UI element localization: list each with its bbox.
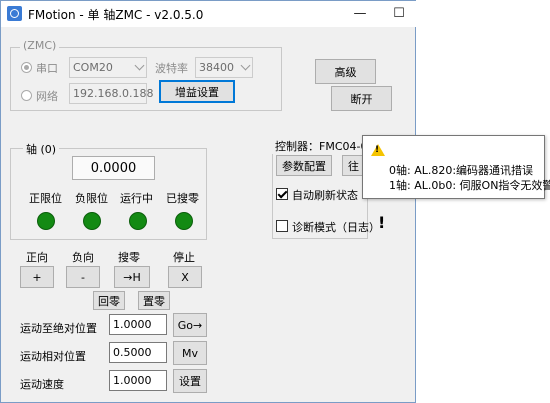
set-zero-button[interactable]: 置零 bbox=[138, 291, 170, 310]
auto-refresh-label: 自动刷新状态 bbox=[292, 189, 358, 202]
stop-button[interactable]: X bbox=[168, 266, 202, 288]
running-label: 运行中 bbox=[120, 192, 153, 205]
gain-settings-button[interactable]: 增益设置 bbox=[159, 80, 235, 103]
auto-refresh-checkbox[interactable] bbox=[276, 188, 288, 200]
baud-select[interactable]: 38400 bbox=[195, 57, 253, 78]
pos-limit-indicator bbox=[37, 212, 55, 230]
reverse-label: 负向 bbox=[72, 251, 94, 264]
params-config-button[interactable]: 参数配置 bbox=[276, 155, 332, 176]
position-display: 0.0000 bbox=[72, 156, 155, 180]
main-window: FMotion - 单 轴ZMC - v2.0.5.0 — ☐ (ZMC) 串口… bbox=[0, 0, 417, 403]
jog-forward-button[interactable]: + bbox=[20, 266, 54, 288]
network-label: 网络 bbox=[36, 90, 58, 103]
tooltip-line-2: 1轴: AL.0b0: 伺服ON指令无效警报 bbox=[389, 179, 550, 192]
speed-label: 运动速度 bbox=[20, 378, 64, 391]
serial-radio[interactable] bbox=[21, 62, 32, 73]
window-title: FMotion - 单 轴ZMC - v2.0.5.0 bbox=[28, 8, 204, 22]
tooltip-line-1: 0轴: AL.820:编码器通讯措误 bbox=[389, 164, 534, 177]
baud-label: 波特率 bbox=[155, 62, 188, 75]
com-port-value: COM20 bbox=[73, 61, 113, 74]
app-icon bbox=[7, 6, 22, 21]
stop-label: 停止 bbox=[173, 251, 195, 264]
diagnostic-label: 诊断模式（日志） bbox=[292, 221, 380, 234]
network-radio[interactable] bbox=[21, 90, 32, 101]
abs-move-button[interactable]: Go→ bbox=[173, 313, 207, 337]
serial-label: 串口 bbox=[36, 62, 58, 75]
neg-limit-indicator bbox=[83, 212, 101, 230]
com-port-select[interactable]: COM20 bbox=[69, 57, 147, 78]
warning-icon-mark: ! bbox=[375, 145, 380, 155]
ip-address-field[interactable]: 192.168.0.188 bbox=[69, 83, 153, 104]
chevron-down-icon bbox=[240, 60, 251, 71]
rel-move-button[interactable]: Mv bbox=[173, 341, 207, 365]
neg-limit-label: 负限位 bbox=[75, 192, 108, 205]
disconnect-button[interactable]: 断开 bbox=[331, 86, 392, 111]
zmc-group-label: (ZMC) bbox=[20, 39, 60, 52]
speed-set-button[interactable]: 设置 bbox=[173, 369, 207, 393]
search-home-button[interactable]: →H bbox=[114, 266, 150, 288]
home-button[interactable]: 回零 bbox=[93, 291, 125, 310]
alarm-icon[interactable]: ! bbox=[378, 213, 385, 232]
abs-move-field[interactable]: 1.0000 bbox=[109, 314, 167, 335]
rel-move-field[interactable]: 0.5000 bbox=[109, 342, 167, 363]
pos-limit-label: 正限位 bbox=[29, 192, 62, 205]
baud-value: 38400 bbox=[199, 61, 234, 74]
search-zero-label: 搜零 bbox=[118, 251, 140, 264]
rel-move-label: 运动相对位置 bbox=[20, 350, 86, 363]
homed-label: 已搜零 bbox=[166, 192, 199, 205]
maximize-button[interactable]: ☐ bbox=[385, 4, 413, 24]
speed-field[interactable]: 1.0000 bbox=[109, 370, 167, 391]
homed-indicator bbox=[175, 212, 193, 230]
abs-move-label: 运动至绝对位置 bbox=[20, 322, 97, 335]
alarm-tooltip: ! 0轴: AL.820:编码器通讯措误 1轴: AL.0b0: 伺服ON指令无… bbox=[362, 135, 550, 199]
title-bar: FMotion - 单 轴ZMC - v2.0.5.0 — ☐ bbox=[1, 1, 417, 27]
chevron-down-icon bbox=[134, 60, 145, 71]
jog-reverse-button[interactable]: - bbox=[66, 266, 100, 288]
advanced-button[interactable]: 高级 bbox=[315, 59, 376, 84]
minimize-button[interactable]: — bbox=[346, 4, 374, 24]
forward-label: 正向 bbox=[26, 251, 48, 264]
running-indicator bbox=[129, 212, 147, 230]
diagnostic-checkbox[interactable] bbox=[276, 220, 288, 232]
axis-group-label: 轴 (0) bbox=[23, 141, 60, 157]
